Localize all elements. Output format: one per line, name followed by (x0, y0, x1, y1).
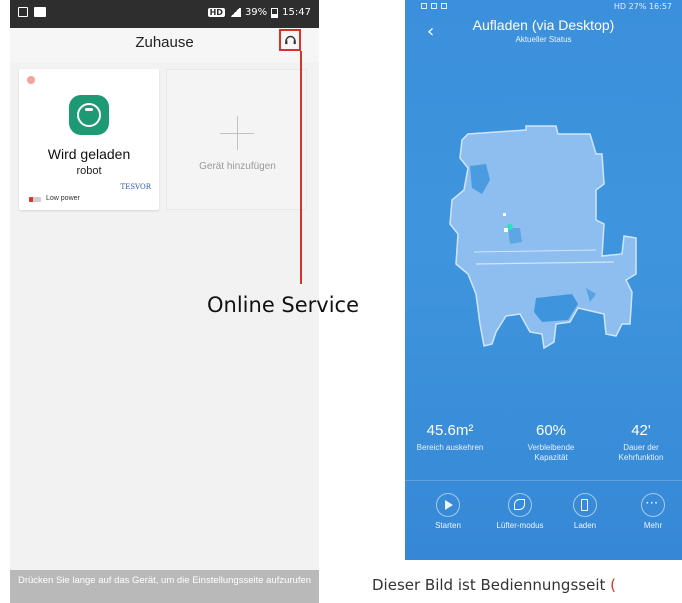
page-title: Zuhause (135, 34, 194, 51)
stat-value: 60% (535, 422, 567, 439)
hint-bar: Drücken Sie lange auf das Gerät, um die … (10, 570, 319, 603)
message-icon (34, 7, 46, 17)
stat-remaining-capacity: 60% Verbleibende Kapazität (511, 422, 591, 463)
online-service-button[interactable] (279, 29, 301, 51)
status-bar: HD 39% 15:47 (10, 0, 319, 28)
stat-label: Verbleibende Kapazität (527, 443, 575, 462)
device-name: robot (76, 165, 102, 177)
stat-label: Dauer der Kehrfunktion (618, 443, 664, 462)
stat-value: 42' (631, 422, 651, 439)
page-subtitle: Aktueller Status (515, 35, 572, 44)
battery-percent: 27% (628, 2, 647, 11)
device-card-robot[interactable]: Wird geladen robot TESVOR Low power (19, 69, 159, 210)
stat-cleaned-area: 45.6m² Bereich auskehren (405, 422, 495, 453)
fan-mode-label: Lüfter-modus (496, 521, 544, 530)
status-bar: HD 27% 16:57 (405, 0, 682, 14)
hd-badge: HD (613, 2, 627, 11)
annotation-line (300, 51, 302, 284)
brand-logo: TESVOR (120, 183, 151, 191)
add-device-button[interactable]: Gerät hinzufügen (166, 69, 307, 210)
charge-button[interactable]: Laden (555, 493, 615, 531)
header: Zuhause (10, 28, 319, 62)
signal-icon (228, 8, 241, 17)
low-battery-icon (29, 197, 41, 202)
play-icon (445, 500, 453, 510)
charge-label: Laden (573, 521, 597, 530)
page-title: Aufladen (via Desktop) (472, 17, 615, 33)
device-status: Wird geladen (47, 146, 131, 162)
caption-paren: ( (610, 576, 617, 594)
stat-cleaning-duration: 42' Dauer der Kehrfunktion (601, 422, 681, 463)
more-button[interactable]: ··· Mehr (623, 493, 682, 531)
start-label: Starten (435, 521, 461, 530)
fan-mode-button[interactable]: Lüfter-modus (490, 493, 550, 531)
headset-icon (285, 35, 296, 45)
fan-icon (514, 499, 525, 510)
status-time: 15:47 (282, 7, 311, 18)
caption-text: Dieser Bild ist Bediennungsseit (372, 576, 606, 594)
more-icon: ··· (646, 498, 659, 509)
divider (405, 480, 682, 481)
cleaning-map (449, 125, 637, 350)
battery-percent: 39% (244, 7, 268, 18)
battery-icon (271, 7, 279, 18)
caption: Dieser Bild ist Bediennungsseit ( (372, 576, 616, 594)
alert-icon (27, 76, 35, 84)
more-label: Mehr (643, 521, 663, 530)
gallery-icon (18, 7, 28, 17)
status-time: 16:57 (648, 2, 672, 11)
robot-vacuum-icon (69, 95, 109, 135)
stat-label: Bereich auskehren (416, 443, 484, 452)
online-service-label: Online Service (207, 293, 360, 317)
robot-control-screen: HD 27% 16:57 ‹ Aufladen (via Desktop) Ak… (405, 0, 682, 560)
hd-badge: HD (207, 8, 225, 17)
battery-label: Low power (46, 195, 80, 202)
stat-value: 45.6m² (426, 422, 474, 439)
battery-icon (581, 499, 588, 511)
add-device-label: Gerät hinzufügen (199, 161, 276, 172)
start-button[interactable]: Starten (418, 493, 478, 531)
